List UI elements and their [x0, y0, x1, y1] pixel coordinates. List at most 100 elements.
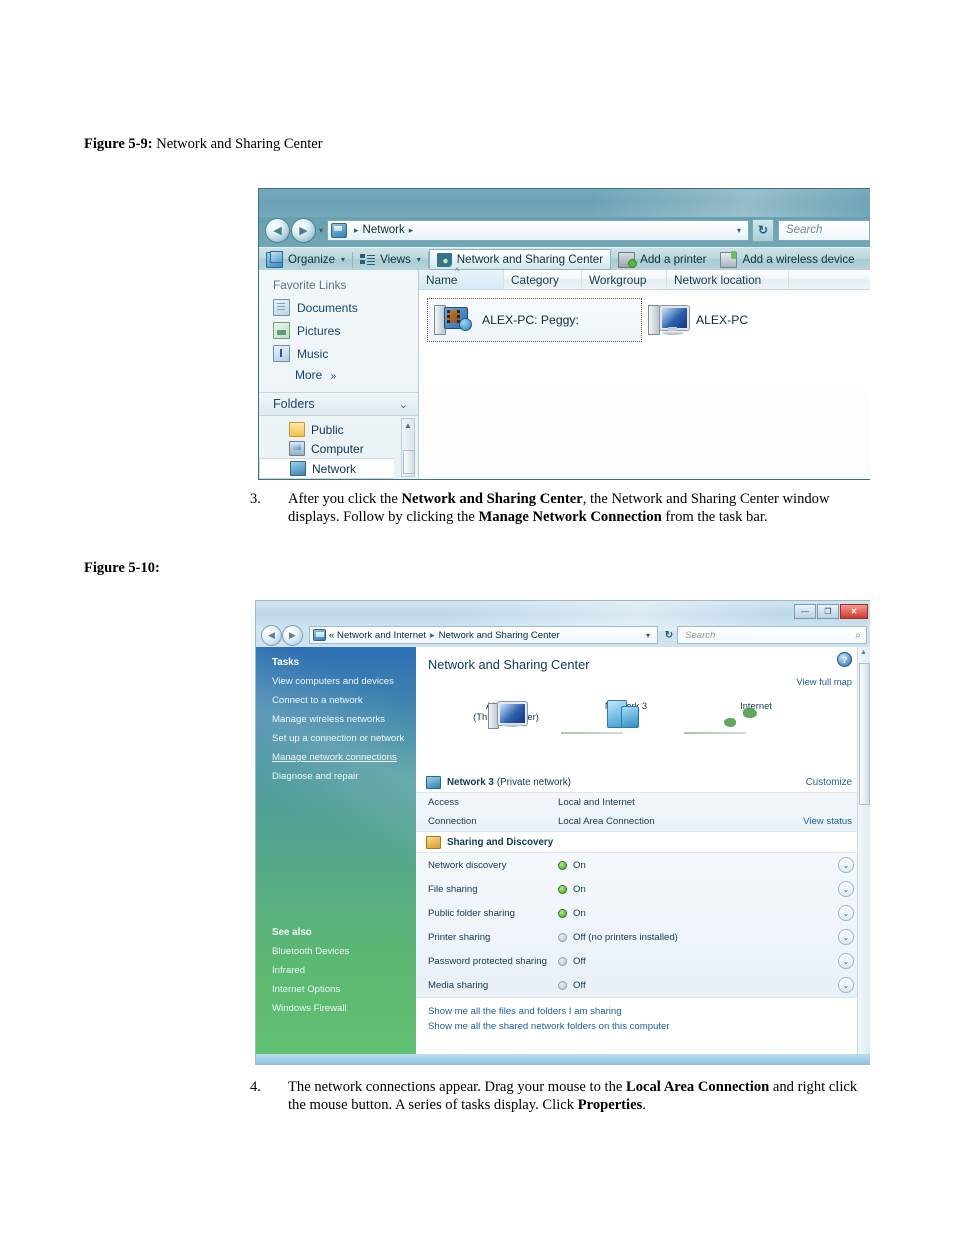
breadcrumb-network-sharing-center[interactable]: Network and Sharing Center [439, 630, 560, 641]
sidebar-item-pictures[interactable]: Pictures [259, 319, 418, 342]
map-node-network[interactable]: Network 3 [571, 700, 681, 728]
expand-button[interactable]: ⌄ [838, 881, 854, 897]
see-also-internet-options[interactable]: Internet Options [256, 980, 416, 999]
tree-item-network[interactable]: Network [259, 458, 394, 479]
task-diagnose-and-repair[interactable]: Diagnose and repair [256, 767, 416, 786]
detail-value: Local and Internet [558, 797, 635, 808]
show-shared-network-folders-link[interactable]: Show me all the shared network folders o… [428, 1019, 870, 1034]
step-4-paragraph: 4. The network connections appear. Drag … [250, 1079, 875, 1114]
scroll-up-icon[interactable]: ▲ [404, 421, 412, 430]
breadcrumb[interactable]: « Network and Internet ▸ Network and Shari… [329, 630, 560, 641]
back-button[interactable]: ◀ [265, 217, 290, 243]
favorite-links-title: Favorite Links [273, 278, 347, 292]
views-button[interactable]: Views ▾ [353, 248, 428, 271]
add-a-wireless-device-button[interactable]: Add a wireless device [713, 248, 861, 271]
sharing-label: Public folder sharing [428, 907, 515, 919]
forward-button[interactable]: ▶ [291, 217, 316, 243]
sidebar-item-music[interactable]: Music [259, 342, 418, 365]
content-scrollbar[interactable]: ▲ ▼ [857, 647, 870, 1064]
forward-button[interactable]: ▶ [282, 624, 303, 646]
window1-titlebar [259, 189, 870, 217]
scrollbar-thumb[interactable] [859, 663, 870, 805]
music-icon [273, 345, 290, 362]
column-header-name[interactable]: Name [419, 266, 504, 289]
more-label: More [295, 368, 323, 382]
network-icon [290, 461, 306, 476]
breadcrumb-network-and-internet[interactable]: Network and Internet [337, 630, 426, 641]
network-sharing-center-window[interactable]: — ❐ ✕ ◀ ▶ « Network and Internet ▸ Network… [255, 600, 870, 1065]
chevron-down-icon: ⌄ [398, 398, 408, 411]
tree-scrollbar[interactable]: ▲ [401, 418, 415, 477]
close-button[interactable]: ✕ [840, 604, 868, 619]
column-header-workgroup[interactable]: Workgroup [582, 270, 667, 289]
step-4-part1: The network connections appear. Drag you… [288, 1079, 626, 1095]
chevron-down-icon[interactable]: ▾ [641, 631, 655, 640]
see-also-infrared[interactable]: Infrared [256, 961, 416, 980]
search-placeholder: Search [685, 629, 716, 641]
map-connector-line [684, 732, 746, 734]
expand-button[interactable]: ⌄ [838, 905, 854, 921]
see-also-windows-firewall[interactable]: Windows Firewall [256, 999, 416, 1018]
view-status-link[interactable]: View status [803, 816, 852, 827]
figure-5-9-label: Figure 5-9: [84, 136, 153, 152]
sidebar-item-documents[interactable]: Documents [259, 296, 418, 319]
address-bar[interactable]: ▸ Network ▸ ▾ [327, 219, 749, 241]
search-input[interactable]: Search [778, 219, 870, 241]
more-links-button[interactable]: More » [259, 365, 418, 388]
expand-button[interactable]: ⌄ [838, 929, 854, 945]
map-node-computer[interactable]: ALEX-PC (This computer) [451, 700, 561, 729]
sharing-status: Off (no printers installed) [573, 931, 678, 943]
show-files-and-folders-link[interactable]: Show me all the files and folders I am s… [428, 1004, 870, 1019]
map-node-internet[interactable]: Internet [701, 700, 811, 711]
step-3-text: After you click the Network and Sharing … [288, 491, 875, 526]
status-indicator-off [558, 956, 567, 966]
see-also-bluetooth-devices[interactable]: Bluetooth Devices [256, 942, 416, 961]
history-dropdown-icon[interactable]: ▾ [319, 226, 323, 235]
address-bar[interactable]: « Network and Internet ▸ Network and Shari… [309, 626, 658, 644]
tree-item-computer[interactable]: Computer [259, 439, 418, 458]
window1-toolbar: Organize ▾ Views ▾ Network and Sharing C… [259, 247, 870, 272]
add-a-printer-button[interactable]: Add a printer [611, 248, 713, 271]
window-controls: — ❐ ✕ [794, 604, 868, 619]
task-manage-wireless-networks[interactable]: Manage wireless networks [256, 710, 416, 729]
minimize-button[interactable]: — [794, 604, 816, 619]
window1-navigation-bar: ◀ ▶ ▾ ▸ Network ▸ ▾ ↻ Search [259, 215, 870, 245]
views-label: Views [380, 253, 411, 266]
breadcrumb-network[interactable]: Network [363, 224, 405, 236]
back-button[interactable]: ◀ [261, 624, 282, 646]
sharing-icon [426, 836, 441, 849]
refresh-icon[interactable]: ↻ [752, 218, 774, 242]
network-name: Network 3 [447, 777, 494, 788]
sidebar-item-label: Music [297, 346, 329, 361]
network-explorer-window[interactable]: ◀ ▶ ▾ ▸ Network ▸ ▾ ↻ Search Organize ▾ Vi… [258, 188, 870, 480]
maximize-button[interactable]: ❐ [817, 604, 839, 619]
scroll-up-icon[interactable]: ▲ [860, 649, 867, 656]
help-icon[interactable]: ? [837, 652, 852, 667]
search-input[interactable]: Search ⌕ [677, 626, 867, 644]
list-item[interactable]: ALEX-PC: Peggy: [427, 298, 642, 342]
tree-item-public[interactable]: Public [259, 420, 418, 439]
task-view-computers-and-devices[interactable]: View computers and devices [256, 672, 416, 691]
folders-header[interactable]: Folders ⌄ [259, 392, 418, 416]
column-header-category[interactable]: Category [504, 270, 582, 289]
file-list-pane[interactable]: Name Category Workgroup Network location… [419, 266, 870, 479]
customize-link[interactable]: Customize [806, 777, 852, 788]
task-manage-network-connections[interactable]: Manage network connections [256, 748, 416, 767]
view-full-map-link[interactable]: View full map [796, 676, 852, 687]
scrollbar-thumb[interactable] [403, 450, 415, 474]
expand-button[interactable]: ⌄ [838, 857, 854, 873]
task-connect-to-a-network[interactable]: Connect to a network [256, 691, 416, 710]
list-item-label: ALEX-PC: Peggy: [482, 313, 579, 327]
chevron-down-icon[interactable]: ▾ [732, 226, 746, 235]
refresh-icon[interactable]: ↻ [661, 626, 677, 644]
organize-button[interactable]: Organize ▾ [259, 248, 352, 271]
task-set-up-a-connection-or-network[interactable]: Set up a connection or network [256, 729, 416, 748]
column-header-network-location[interactable]: Network location [667, 270, 789, 289]
sharing-row-printer-sharing: Printer sharing Off (no printers install… [416, 925, 870, 949]
expand-button[interactable]: ⌄ [838, 977, 854, 993]
list-item[interactable]: ALEX-PC [642, 298, 857, 342]
breadcrumb[interactable]: ▸ Network ▸ [350, 224, 417, 236]
list-item-label: ALEX-PC [696, 313, 749, 327]
expand-button[interactable]: ⌄ [838, 953, 854, 969]
sharing-rows-box: Network discovery On ⌄ File sharing On ⌄… [416, 852, 870, 998]
